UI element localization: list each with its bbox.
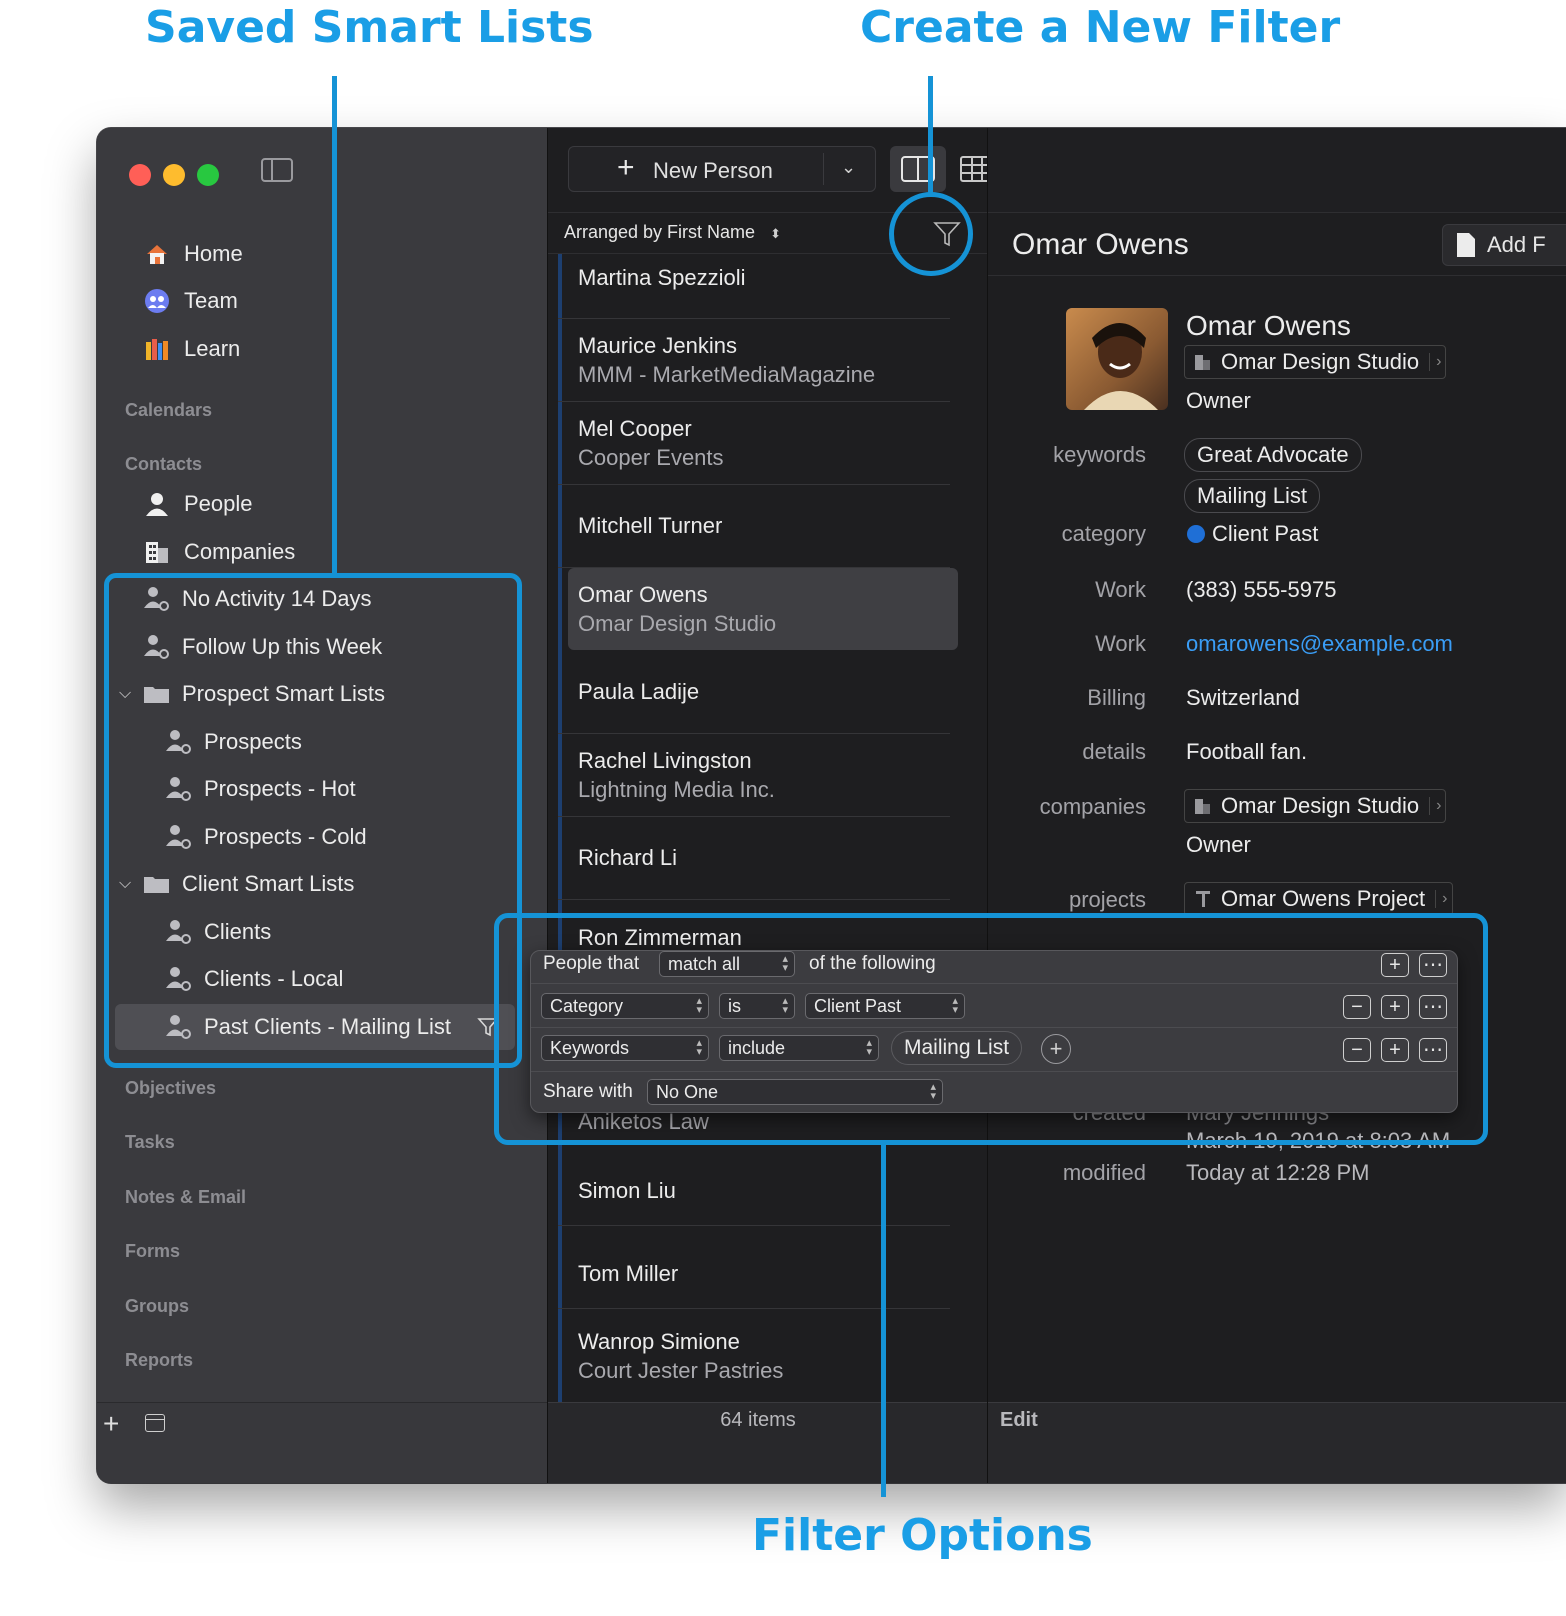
books-icon	[142, 334, 172, 364]
companies-role: Owner	[1186, 832, 1251, 857]
section-reports[interactable]: Reports	[125, 1350, 193, 1371]
keyword-chip[interactable]: Mailing List	[1184, 479, 1321, 513]
saved-smart-lists-highlight	[104, 573, 522, 1068]
sidebar-item-label: Team	[184, 288, 238, 313]
updown-icon: ⬍	[770, 226, 781, 241]
calendar-icon[interactable]	[145, 1414, 165, 1432]
list-item[interactable]: Richard Li	[558, 817, 950, 900]
house-icon	[142, 239, 172, 269]
section-objectives[interactable]: Objectives	[125, 1078, 216, 1099]
sidebar-item-people[interactable]: People	[142, 484, 253, 524]
email-link[interactable]: omarowens@example.com	[1186, 631, 1453, 657]
companies-link[interactable]: Omar Design Studio ›	[1184, 789, 1447, 823]
person-icon	[142, 489, 172, 519]
list-item[interactable]: Rachel Livingston Lightning Media Inc.	[558, 734, 950, 817]
detail-footer	[988, 1402, 1566, 1483]
list-item[interactable]: Mel Cooper Cooper Events	[558, 402, 950, 485]
callout-saved-smart-lists: Saved Smart Lists	[145, 2, 594, 53]
modified-date: Today at 12:28 PM	[1186, 1160, 1370, 1185]
building-icon	[142, 537, 172, 567]
section-calendars[interactable]: Calendars	[125, 400, 212, 421]
callout-line	[332, 76, 337, 574]
company-link[interactable]: Omar Design Studio ›	[1184, 345, 1447, 379]
list-item[interactable]: Wanrop Simione Court Jester Pastries	[558, 1309, 950, 1402]
phone-value[interactable]: (383) 555-5975	[1186, 577, 1336, 603]
split-view-button[interactable]	[890, 146, 946, 192]
edit-button[interactable]: Edit	[1000, 1409, 1038, 1432]
split-view-icon	[901, 156, 935, 182]
avatar[interactable]	[1066, 308, 1168, 410]
callout-create-new-filter: Create a New Filter	[860, 2, 1341, 53]
detail-toolbar	[988, 128, 1566, 212]
contact-name: Omar Owens	[1186, 310, 1351, 341]
section-notes-email[interactable]: Notes & Email	[125, 1187, 246, 1208]
list-item[interactable]: Paula Ladije	[558, 651, 950, 734]
sidebar-item-team[interactable]: Team	[142, 281, 238, 321]
close-window-button[interactable]	[129, 164, 151, 186]
keyword-chip[interactable]: Great Advocate	[1184, 438, 1362, 472]
plus-icon: +	[617, 151, 635, 184]
document-icon	[1457, 233, 1475, 257]
contact-role: Owner	[1186, 388, 1251, 413]
zoom-window-button[interactable]	[197, 164, 219, 186]
callout-line	[881, 1145, 886, 1497]
list-item[interactable]: Mitchell Turner	[558, 485, 950, 568]
detail-pane: Omar Owens Add F Omar Owens Omar Design …	[987, 128, 1566, 1483]
section-groups[interactable]: Groups	[125, 1296, 189, 1317]
sidebar-item-learn[interactable]: Learn	[142, 329, 240, 369]
category-dot	[1187, 525, 1205, 543]
details-value[interactable]: Football fan.	[1186, 739, 1307, 765]
filter-options-highlight	[494, 913, 1488, 1145]
sidebar-item-label: Companies	[184, 539, 296, 564]
billing-value[interactable]: Switzerland	[1186, 685, 1300, 711]
list-item-selected[interactable]: Omar Owens Omar Design Studio	[558, 568, 958, 651]
chevron-down-icon[interactable]: ⌄	[841, 157, 856, 178]
callout-filter-options: Filter Options	[752, 1510, 1093, 1561]
add-file-button[interactable]: Add F	[1442, 224, 1566, 266]
chevron-right-icon: ›	[1435, 890, 1448, 908]
new-filter-highlight-circle	[889, 192, 973, 276]
detail-title: Omar Owens	[1012, 228, 1189, 261]
building-icon	[1195, 799, 1210, 814]
sidebar-item-home[interactable]: Home	[142, 234, 243, 274]
new-person-button[interactable]: + New Person ⌄	[568, 146, 876, 192]
arranged-by-selector[interactable]: Arranged by First Name ⬍	[564, 222, 781, 243]
chevron-right-icon: ›	[1429, 353, 1441, 371]
project-icon	[1196, 891, 1210, 907]
sidebar-item-companies[interactable]: Companies	[142, 532, 295, 572]
team-icon	[142, 286, 172, 316]
project-link[interactable]: Omar Owens Project ›	[1184, 882, 1453, 916]
sidebar-item-label: Learn	[184, 336, 241, 361]
section-forms[interactable]: Forms	[125, 1241, 180, 1262]
minimize-window-button[interactable]	[163, 164, 185, 186]
section-contacts[interactable]: Contacts	[125, 454, 202, 475]
list-item[interactable]: Maurice Jenkins MMM - MarketMediaMagazine	[558, 319, 950, 402]
callout-line	[928, 76, 933, 193]
list-item[interactable]: Martina Spezzioli	[558, 254, 950, 319]
list-item[interactable]: Tom Miller	[558, 1226, 950, 1309]
item-count: 64 items	[720, 1409, 796, 1431]
list-item[interactable]: Simon Liu	[558, 1143, 950, 1226]
people-list-pane: + New Person ⌄ Arranged by First Name ⬍ …	[547, 128, 994, 1483]
sidebar-footer	[97, 1402, 547, 1483]
category-value[interactable]: Client Past	[1212, 521, 1318, 547]
section-tasks[interactable]: Tasks	[125, 1132, 175, 1153]
sidebar-item-label: Home	[184, 241, 243, 266]
sidebar-item-label: People	[184, 491, 253, 516]
building-icon	[1195, 355, 1210, 370]
sidebar-toggle-icon[interactable]	[261, 158, 293, 182]
chevron-right-icon: ›	[1429, 797, 1441, 815]
add-icon[interactable]: +	[103, 1408, 119, 1440]
